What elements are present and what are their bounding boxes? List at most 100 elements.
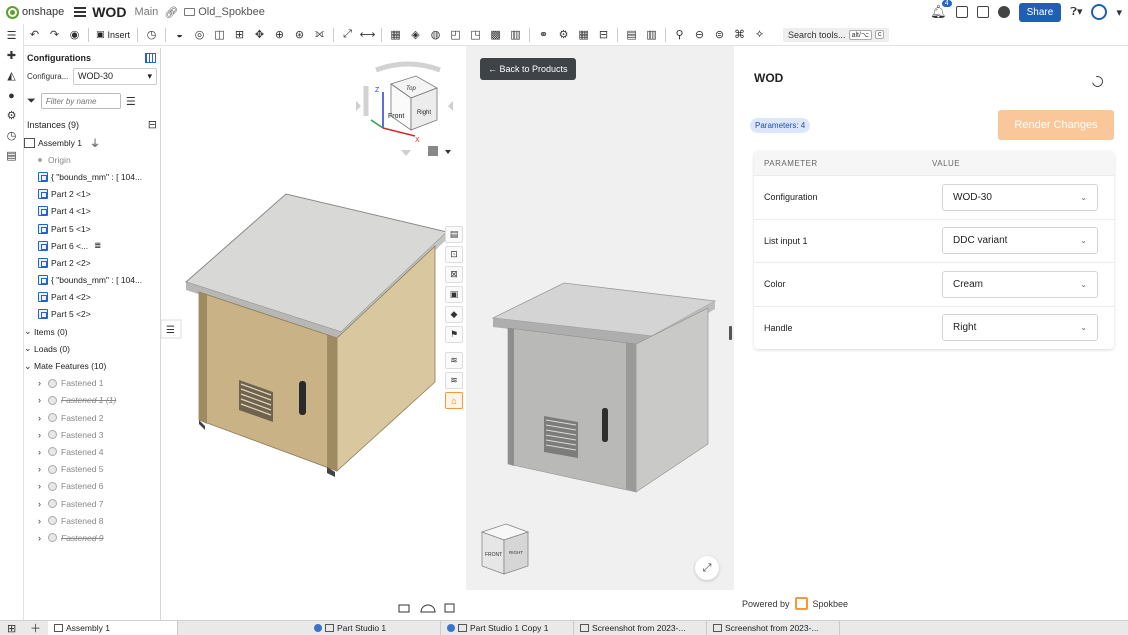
section-icon[interactable]: ▣ (445, 286, 463, 303)
explode-icon[interactable]: ▩ (489, 28, 502, 41)
history-icon[interactable]: ◷ (5, 130, 18, 142)
document-tab[interactable]: Part Studio 1 (308, 620, 441, 635)
chevron-down-icon[interactable]: ⌄ (24, 326, 34, 337)
filter-input[interactable] (40, 93, 121, 109)
tree-item-mate[interactable]: › Fastened 7 (24, 495, 160, 512)
revolute-mate-icon[interactable]: ◎ (193, 28, 206, 41)
render-changes-button[interactable]: Render Changes (998, 110, 1114, 140)
display-states-icon[interactable]: ▤ (625, 28, 638, 41)
help-icon[interactable]: ❓︎▾ (1070, 5, 1082, 19)
configuration-table-icon[interactable] (145, 53, 156, 63)
tree-item-instance[interactable]: Part 2 <1> (24, 186, 160, 203)
document-tab[interactable]: Assembly 1 (48, 620, 178, 635)
appearance-cube-icon[interactable]: ◆ (445, 306, 463, 323)
appearance-icon[interactable]: ◭ (5, 70, 18, 82)
chevron-right-icon[interactable]: › (38, 533, 48, 543)
mate-connector-icon[interactable]: ✚ (5, 50, 18, 62)
learning-icon[interactable] (997, 6, 1010, 18)
tree-item-instance[interactable]: Part 4 <2> (24, 289, 160, 306)
tree-group[interactable]: ⌄ Mate Features (10) (24, 357, 160, 374)
notifications-bell-icon[interactable]: 🔔︎ 4 (930, 0, 952, 20)
linked-icon[interactable]: ⚭ (537, 28, 550, 41)
timer-icon[interactable]: ◷ (145, 28, 158, 41)
gauge-icon[interactable] (420, 604, 436, 613)
print-icon[interactable] (444, 603, 455, 613)
search-tools-button[interactable]: Search tools... alt/⌥ c (783, 27, 890, 42)
dark-mode-moon-icon[interactable] (1089, 73, 1106, 90)
width-mate-icon[interactable]: ⟷ (360, 28, 376, 41)
explode-view-icon[interactable] (398, 604, 410, 613)
cad-viewport[interactable]: Top Front Right Z X ☰ (160, 46, 466, 620)
chevron-right-icon[interactable]: › (38, 499, 48, 509)
tangent-mate-icon[interactable]: ⤢ (341, 28, 354, 41)
section-view-icon[interactable]: ▦ (577, 28, 590, 41)
fasten-mate-icon[interactable]: ◒ (173, 28, 186, 41)
config-plugin-icon[interactable]: ⟡ (753, 28, 766, 41)
user-avatar[interactable] (1091, 4, 1108, 20)
tree-group[interactable]: ⌄ Items (0) (24, 323, 160, 340)
planar-mate-icon[interactable]: ⊞ (233, 28, 246, 41)
tree-item-instance[interactable]: Assembly 1 ⏚ (24, 134, 160, 151)
onshape-logo[interactable]: onshape (6, 5, 64, 19)
layers-alt-icon[interactable]: ≋ (445, 372, 463, 389)
mate-connector-tool-icon[interactable]: ◍ (429, 28, 442, 41)
filter-icon[interactable]: ⏷ (27, 95, 36, 108)
document-tab[interactable]: Part Studio 1 Copy 1 (441, 620, 574, 635)
view-cube[interactable]: Top Front Right Z X (356, 61, 453, 156)
tree-item-instance[interactable]: Part 5 <1> (24, 220, 160, 237)
tree-item-mate[interactable]: › Fastened 4 (24, 443, 160, 460)
split-drag-handle[interactable] (729, 326, 732, 340)
fullscreen-expand-icon[interactable]: ⤢ (695, 556, 719, 580)
chevron-down-icon[interactable]: ⌄ (24, 361, 34, 372)
tree-item-instance[interactable]: Part 6 <... ≣ (24, 237, 160, 254)
undo-icon[interactable]: ↶ (28, 28, 41, 41)
share-button[interactable]: Share (1018, 2, 1062, 22)
simulation-icon[interactable]: ⚑ (445, 326, 463, 343)
documentation-icon[interactable]: ▤ (445, 226, 463, 243)
redo-icon[interactable]: ↷ (48, 28, 61, 41)
part-properties-icon[interactable]: ⊡ (445, 246, 463, 263)
tree-item-mate[interactable]: › Fastened 2 (24, 409, 160, 426)
comments-icon[interactable]: ● (5, 90, 18, 102)
group-icon[interactable]: ▦ (389, 28, 402, 41)
tree-item-mate[interactable]: › Fastened 1 (1) (24, 392, 160, 409)
parts-icon[interactable]: ⚙ (5, 110, 18, 122)
document-tab[interactable]: Screenshot from 2023-... (574, 620, 707, 635)
app-store-icon[interactable] (976, 6, 989, 18)
tree-item-mate[interactable]: › Fastened 6 (24, 478, 160, 495)
tree-item-instance[interactable]: { "bounds_mm" : [ 104... (24, 272, 160, 289)
chevron-right-icon[interactable]: › (38, 447, 48, 457)
tree-item-mate[interactable]: › Fastened 8 (24, 512, 160, 529)
pin-slot-mate-icon[interactable]: ⊕ (273, 28, 286, 41)
insert-button[interactable]: ▣ Insert (96, 29, 130, 40)
gear-icon[interactable]: ⚙ (557, 28, 570, 41)
spokbee-app-icon[interactable]: ⌂ (445, 392, 463, 409)
add-tab-icon[interactable]: ＋ (30, 620, 41, 635)
enclosure-3d-model[interactable] (185, 193, 449, 477)
cylindrical-mate-icon[interactable]: ✥ (253, 28, 266, 41)
parameter-value-select[interactable]: DDC variant ⌄ (942, 227, 1098, 255)
insert-instance-icon[interactable]: ⊟ (148, 118, 157, 131)
mini-view-cube[interactable]: FRONT RIGHT (480, 523, 530, 575)
view-options-cube-icon[interactable] (428, 146, 438, 156)
tree-group[interactable]: ⌄ Loads (0) (24, 340, 160, 357)
tree-item-mate[interactable]: › Fastened 5 (24, 461, 160, 478)
document-title[interactable]: WOD (92, 4, 126, 20)
list-view-icon[interactable]: ☰ (126, 95, 136, 108)
measure-icon[interactable]: ⊟ (597, 28, 610, 41)
tree-item-instance[interactable]: { "bounds_mm" : [ 104... (24, 168, 160, 185)
layers-icon[interactable]: ≋ (445, 352, 463, 369)
product-preview[interactable]: ← Back to Products FRONT RIGHT ⤢ (466, 46, 734, 590)
parameter-value-select[interactable]: WOD-30 ⌄ (942, 183, 1098, 211)
folder-breadcrumb[interactable]: Old_Spokbee (184, 6, 265, 18)
feature-tree-icon[interactable]: ☰ (5, 30, 18, 42)
chevron-right-icon[interactable]: › (38, 516, 48, 526)
parallel-mate-icon[interactable]: ⟗ (313, 28, 326, 41)
chevron-right-icon[interactable]: › (38, 464, 48, 474)
tree-item-instance[interactable]: Part 5 <2> (24, 306, 160, 323)
user-menu-chevron-icon[interactable]: ▾ (1116, 6, 1122, 19)
tab-manager-icon[interactable]: ⊞ (7, 622, 16, 635)
ball-mate-icon[interactable]: ⊛ (293, 28, 306, 41)
configuration-select[interactable]: WOD-30 ▾ (73, 68, 157, 85)
render-canvas[interactable]: FRONT RIGHT (466, 46, 734, 590)
